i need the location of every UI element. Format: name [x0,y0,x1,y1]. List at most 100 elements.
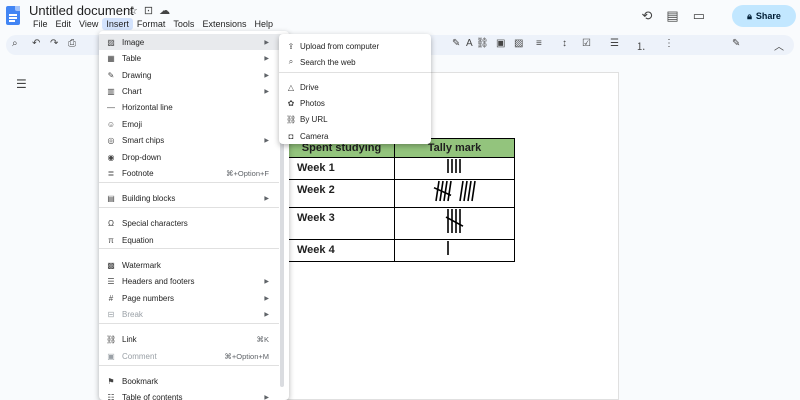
menu-item-headers-and-footers[interactable]: ☰ Headers and footers ▶ [99,273,289,289]
submenu-item-label: Search the web [300,57,356,67]
special-characters-icon: Ω [108,218,114,228]
tally-cell[interactable] [394,207,515,240]
move-folder-icon[interactable]: ⊡ [144,4,153,17]
week-cell[interactable]: Week 1 [288,157,395,180]
menu-item-footnote[interactable]: ≣ Footnote ⌘+Option+F [99,165,289,181]
menu-view[interactable]: View [75,18,102,30]
editing-mode-icon[interactable]: ✎ [732,38,740,49]
meet-icon[interactable]: ▭ [693,8,705,24]
tally-cell[interactable] [394,157,515,180]
submenu-item-upload-from-computer[interactable]: ⇪ Upload from computer [279,38,431,54]
submenu-divider [279,72,431,73]
week-cell[interactable]: Week 3 [288,207,395,240]
menu-item-label: Break [122,309,143,319]
menu-item-special-characters[interactable]: Ω Special characters [99,215,289,231]
link-icon: ⛓ [286,114,297,124]
menu-edit[interactable]: Edit [52,18,76,30]
undo-icon[interactable]: ↶ [32,38,40,49]
highlight-icon[interactable]: ✎ [452,38,460,49]
comments-icon[interactable]: ▤ [666,8,678,24]
menu-insert[interactable]: Insert [102,18,133,30]
tally-stroke [462,180,468,202]
menu-format[interactable]: Format [133,18,170,30]
tally-table: Spent studying Tally mark Week 1 Week 2 … [288,138,515,262]
week-cell[interactable]: Week 4 [288,239,395,262]
photos-icon: ✿ [287,98,295,108]
submenu-item-label: Camera [300,131,329,141]
menu-item-table-of-contents[interactable]: ☷ Table of contents ▶ [99,389,289,400]
menu-item-horizontal-line[interactable]: — Horizontal line [99,99,289,115]
redo-icon[interactable]: ↷ [50,38,58,49]
table-of-contents-icon: ☷ [107,392,115,400]
menu-item-drawing[interactable]: ✎ Drawing ▶ [99,67,289,83]
menu-item-page-numbers[interactable]: # Page numbers ▶ [99,290,289,306]
submenu-arrow-icon: ▶ [264,39,269,46]
menu-help[interactable]: Help [250,18,277,30]
table-row: Week 3 [288,207,515,240]
submenu-item-drive[interactable]: △ Drive [279,79,431,95]
table-row: Week 4 [288,239,515,262]
menu-item-link[interactable]: ⛓ Link ⌘K [99,331,289,347]
menu-item-equation[interactable]: π Equation [99,232,289,248]
menu-item-label: Drawing [122,70,152,80]
submenu-item-camera[interactable]: ◘ Camera [279,128,431,144]
insert-image-icon[interactable]: ▨ [514,38,523,49]
line-spacing-icon[interactable]: ↕ [562,38,567,49]
menu-item-watermark[interactable]: ▩ Watermark [99,257,289,273]
docs-logo-icon[interactable] [6,6,20,25]
lock-icon: 🔒︎ [747,10,752,21]
submenu-item-by-url[interactable]: ⛓ By URL [279,111,431,127]
tally-cell[interactable] [394,239,515,262]
submenu-arrow-icon: ▶ [264,88,269,95]
menu-tools[interactable]: Tools [169,18,198,30]
menu-item-smart-chips[interactable]: ◎ Smart chips ▶ [99,132,289,148]
align-icon[interactable]: ≡ [536,38,542,49]
checklist-icon[interactable]: ☑ [582,38,591,49]
menu-item-bookmark[interactable]: ⚑ Bookmark [99,373,289,389]
emoji-icon: ☺ [106,119,116,129]
add-comment-icon[interactable]: ▣ [496,38,505,49]
submenu-item-search-the-web[interactable]: ⌕ Search the web [279,54,431,70]
insert-link-icon[interactable]: ⛓ [476,38,489,49]
submenu-arrow-icon: ▶ [264,137,269,144]
print-icon[interactable]: ⎙ [68,38,76,49]
menu-item-label: Horizontal line [122,102,173,112]
star-icon[interactable]: ☆ [128,4,138,17]
week-cell[interactable]: Week 2 [288,179,395,208]
menu-item-image[interactable]: ▨ Image ▶ [99,34,289,50]
menu-item-label: Chart [122,86,142,96]
menu-extensions[interactable]: Extensions [198,18,250,30]
watermark-icon: ▩ [107,260,115,270]
table-row: Week 2 [288,179,515,208]
menu-item-building-blocks[interactable]: ▤ Building blocks ▶ [99,190,289,206]
submenu-item-label: By URL [300,114,328,124]
menu-item-label: Watermark [122,260,161,270]
history-icon[interactable]: ⟲ [642,8,653,24]
menu-item-table[interactable]: ▦ Table ▶ [99,50,289,66]
submenu-item-photos[interactable]: ✿ Photos [279,95,431,111]
menu-item-chart[interactable]: ▥ Chart ▶ [99,83,289,99]
menu-file[interactable]: File [29,18,52,30]
cloud-status-icon[interactable]: ☁ [159,4,170,17]
menu-divider [99,365,279,366]
horizontal-line-icon: — [107,102,115,112]
menu-item-shortcut: ⌘+Option+F [226,168,269,178]
headers-footers-icon: ☰ [107,276,115,286]
document-outline-icon[interactable]: ☰ [16,77,27,91]
camera-icon: ◘ [288,131,294,141]
collapse-toolbar-icon[interactable]: ︿ [774,38,784,53]
bulleted-list-icon[interactable]: ☰ [610,38,619,49]
submenu-item-label: Photos [300,98,325,108]
menu-item-break: ⊟ Break ▶ [99,306,289,322]
menu-item-emoji[interactable]: ☺ Emoji [99,116,289,132]
search-menus-icon[interactable]: ⌕ [12,38,18,49]
text-color-icon[interactable]: A [466,38,473,49]
tally-cell[interactable] [394,179,515,208]
menu-item-shortcut: ⌘K [256,334,269,344]
link-icon: ⛓ [106,334,117,344]
share-button[interactable]: 🔒︎ Share [732,5,796,27]
document-title[interactable]: Untitled document [29,3,134,18]
menu-item-drop-down[interactable]: ◉ Drop-down [99,149,289,165]
more-icon[interactable]: ⋮ [664,38,674,49]
numbered-list-icon[interactable]: ⒈ [636,38,646,53]
